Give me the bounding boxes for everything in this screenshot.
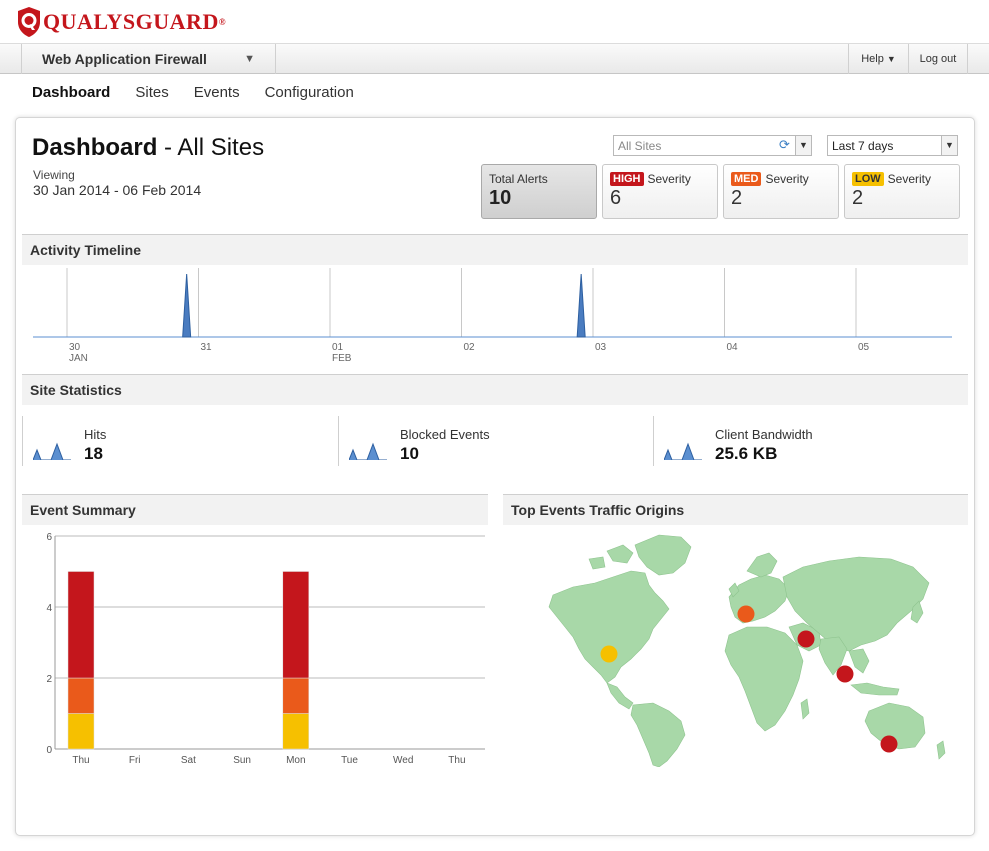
brand-name: QUALYSGUARD® <box>43 9 227 34</box>
chevron-down-icon: ▼ <box>886 54 896 64</box>
client-bandwidth-stat: Client Bandwidth 25.6 KB <box>653 416 968 466</box>
x-tick-label: Wed <box>393 755 413 766</box>
site-statistics-header: Site Statistics <box>22 374 968 405</box>
med-severity-value: 2 <box>731 187 743 209</box>
client-bandwidth-sparkline <box>664 442 702 460</box>
origin-marker-southeast-asia[interactable] <box>836 665 854 683</box>
nav-sites[interactable]: Sites <box>135 84 168 101</box>
high-badge: HIGH <box>610 172 644 186</box>
timeline-tick-label: 01 FEB <box>332 342 352 364</box>
blocked-events-stat: Blocked Events 10 <box>338 416 654 466</box>
nav-events[interactable]: Events <box>194 84 240 101</box>
qualysguard-logo: QUALYSGUARD® <box>17 4 226 40</box>
chevron-down-icon[interactable]: ▼ <box>795 136 811 155</box>
blocked-events-sparkline <box>349 442 387 460</box>
chevron-down-icon: ▼ <box>244 53 255 65</box>
top-bar: Web Application Firewall ▼ Help ▼ Log ou… <box>0 43 989 74</box>
timeline-tick-label: 03 <box>595 342 607 353</box>
app-switcher-label: Web Application Firewall <box>42 51 207 67</box>
world-map[interactable] <box>503 527 968 767</box>
y-tick-label: 2 <box>46 674 52 685</box>
event-summary-chart[interactable]: 0 2 4 6 Thu Fri Sat Sun Mon Tue Wed Thu <box>22 527 488 772</box>
bar-segment-med[interactable] <box>282 677 310 714</box>
high-severity-box[interactable]: HIGH Severity 6 <box>602 164 718 219</box>
hits-sparkline <box>33 442 71 460</box>
hits-stat: Hits 18 <box>22 416 338 466</box>
origin-marker-australia[interactable] <box>880 735 898 753</box>
x-tick-label: Fri <box>129 755 141 766</box>
x-tick-label: Thu <box>448 755 465 766</box>
timeline-tick-label: 30 JAN <box>69 342 88 364</box>
app-switcher[interactable]: Web Application Firewall ▼ <box>21 44 276 74</box>
high-severity-value: 6 <box>610 187 622 209</box>
timeline-tick-label: 04 <box>726 342 738 353</box>
y-tick-label: 0 <box>46 745 52 756</box>
med-severity-box[interactable]: MED Severity 2 <box>723 164 839 219</box>
activity-timeline-chart[interactable] <box>22 266 968 346</box>
x-tick-label: Thu <box>72 755 89 766</box>
activity-timeline-header: Activity Timeline <box>22 234 968 265</box>
timeline-tick-label: 05 <box>858 342 870 353</box>
low-severity-value: 2 <box>852 187 864 209</box>
event-summary-header: Event Summary <box>22 494 488 525</box>
y-tick-label: 4 <box>46 603 52 614</box>
y-tick-label: 6 <box>46 532 52 543</box>
bar-segment-med[interactable] <box>67 677 95 714</box>
page-title: Dashboard - All Sites <box>32 134 265 161</box>
date-range-select[interactable]: Last 7 days ▼ <box>827 135 958 156</box>
shield-logo-icon <box>18 7 40 37</box>
logout-button[interactable]: Log out <box>908 44 968 74</box>
x-tick-label: Tue <box>341 755 358 766</box>
origin-marker-europe[interactable] <box>737 605 755 623</box>
origin-marker-china[interactable] <box>797 630 815 648</box>
timeline-tick-label: 31 <box>200 342 212 353</box>
help-menu-button[interactable]: Help ▼ <box>848 44 908 74</box>
x-tick-label: Sun <box>233 755 251 766</box>
nav-dashboard[interactable]: Dashboard <box>32 84 110 101</box>
date-range: 30 Jan 2014 - 06 Feb 2014 <box>33 182 202 198</box>
chevron-down-icon[interactable]: ▼ <box>941 136 957 155</box>
main-nav: Dashboard Sites Events Configuration <box>32 84 379 101</box>
site-select[interactable]: All Sites ⟳ ▼ <box>613 135 812 156</box>
refresh-icon[interactable]: ⟳ <box>779 137 795 154</box>
timeline-spike[interactable] <box>182 273 192 338</box>
total-alerts-box[interactable]: Total Alerts 10 <box>481 164 597 219</box>
x-tick-label: Mon <box>286 755 305 766</box>
x-tick-label: Sat <box>181 755 196 766</box>
origin-marker-usa-west[interactable] <box>600 645 618 663</box>
low-severity-box[interactable]: LOW Severity 2 <box>844 164 960 219</box>
bar-segment-low[interactable] <box>67 713 95 750</box>
med-badge: MED <box>731 172 762 186</box>
bar-segment-low[interactable] <box>282 713 310 750</box>
timeline-spike[interactable] <box>576 273 586 338</box>
bar-segment-high[interactable] <box>67 571 95 679</box>
total-alerts-value: 10 <box>489 187 512 209</box>
low-badge: LOW <box>852 172 884 186</box>
timeline-tick-label: 02 <box>463 342 475 353</box>
traffic-origins-header: Top Events Traffic Origins <box>503 494 968 525</box>
nav-configuration[interactable]: Configuration <box>265 84 354 101</box>
viewing-label: Viewing <box>33 168 75 182</box>
bar-segment-high[interactable] <box>282 571 310 679</box>
total-alerts-label: Total Alerts <box>489 172 548 186</box>
